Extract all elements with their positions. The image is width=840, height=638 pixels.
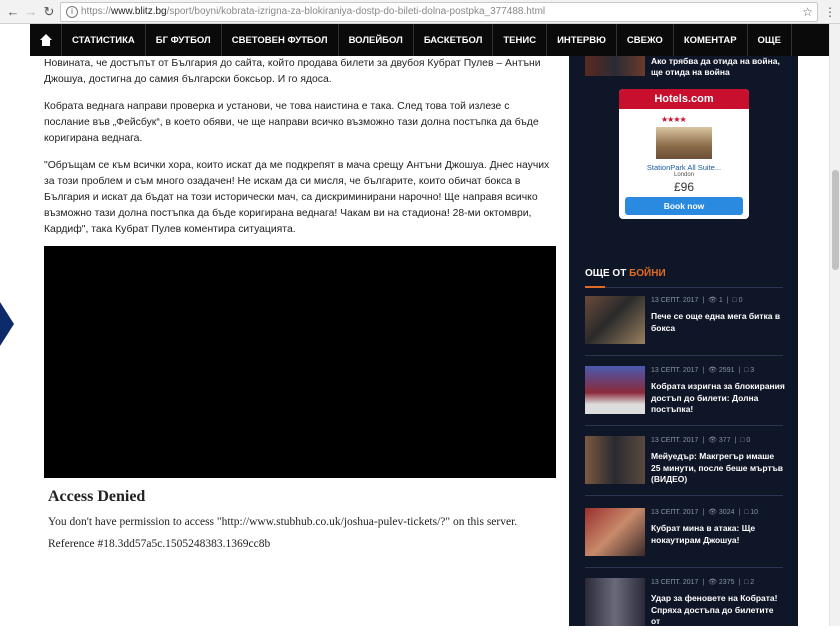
article-paragraph: Кобрата веднага направи проверка и устан…	[44, 101, 539, 144]
nav-item-world-football[interactable]: СВЕТОВЕН ФУТБОЛ	[222, 24, 339, 56]
site-nav: СТАТИСТИКА БГ ФУТБОЛ СВЕТОВЕН ФУТБОЛ ВОЛ…	[30, 24, 830, 56]
news-item[interactable]: 13 СЕПТ. 2017 | 👁 377 | □ 0 Мейуедър: Ма…	[585, 436, 783, 496]
news-headline: Кобрата изригна за блокирания достъп до …	[651, 381, 785, 414]
eye-icon: 👁	[708, 367, 717, 374]
news-item[interactable]: 13 СЕПТ. 2017 | 👁 2591 | □ 3 Кобрата изр…	[585, 366, 785, 426]
hotels-logo: Hotels.com	[619, 89, 749, 109]
news-thumbnail	[585, 436, 645, 484]
access-denied-title: Access Denied	[48, 488, 146, 505]
nav-item-comment[interactable]: КОМЕНТАР	[674, 24, 748, 56]
hotel-photo	[656, 127, 712, 159]
news-headline: Мейуедър: Макгрегър имаше 25 минути, пос…	[651, 451, 784, 484]
news-item[interactable]: 13 СЕПТ. 2017 | 👁 1 | □ 0 Пече се още ед…	[585, 296, 783, 356]
news-thumbnail	[585, 578, 645, 626]
news-meta: 13 СЕПТ. 2017 | 👁 2591 | □ 3	[651, 367, 755, 374]
eye-icon: 👁	[708, 297, 717, 304]
reload-icon[interactable]: ↻	[40, 3, 58, 21]
page-scrollbar[interactable]	[829, 24, 840, 626]
article-body: Новината, че достъпът от България до сай…	[44, 56, 556, 249]
nav-home[interactable]	[30, 24, 62, 56]
section-heading-category[interactable]: БОЙНИ	[629, 268, 666, 279]
news-thumbnail	[585, 366, 645, 414]
address-bar[interactable]: i https://www.blitz.bg/sport/boyni/kobra…	[60, 2, 818, 22]
news-thumbnail	[585, 56, 645, 76]
news-headline: Ако трябва да отида на война, ще отида н…	[651, 56, 780, 77]
nav-item-statistics[interactable]: СТАТИСТИКА	[62, 24, 146, 56]
news-thumbnail	[585, 508, 645, 556]
news-headline: Удар за феновете на Кобрата! Спряха дост…	[651, 593, 778, 626]
comment-icon: □	[740, 437, 745, 444]
news-thumbnail	[585, 296, 645, 344]
news-meta: 13 СЕПТ. 2017 | 👁 377 | □ 0	[651, 437, 751, 444]
nav-item-tennis[interactable]: ТЕНИС	[493, 24, 548, 56]
url-host: www.blitz.bg	[111, 6, 167, 17]
news-meta: 13 СЕПТ. 2017 | 👁 1 | □ 0	[651, 297, 743, 304]
hotel-city: London	[673, 172, 695, 178]
eye-icon: 👁	[708, 509, 717, 516]
article-paragraph: Новината, че достъпът от България до сай…	[44, 58, 541, 85]
embedded-access-denied-frame: Access Denied You don't have permission …	[44, 478, 556, 626]
embedded-video[interactable]	[44, 246, 556, 478]
nav-item-basketball[interactable]: БАСКЕТБОЛ	[414, 24, 494, 56]
eye-icon: 👁	[708, 437, 717, 444]
access-denied-message: You don't have permission to access "htt…	[48, 516, 518, 528]
forward-arrow-icon[interactable]: →	[22, 3, 40, 21]
hotel-star-rating: ★★★★	[661, 115, 687, 124]
nav-item-interview[interactable]: ИНТЕРВЮ	[547, 24, 617, 56]
nav-item-fresh[interactable]: СВЕЖО	[617, 24, 674, 56]
section-heading: ОЩЕ ОТ БОЙНИ	[585, 268, 783, 288]
comment-icon: □	[744, 509, 749, 516]
back-arrow-icon[interactable]: ←	[4, 3, 22, 21]
news-meta: 13 СЕПТ. 2017 | 👁 3024 | □ 10	[651, 509, 759, 516]
news-headline: Кубрат мина в атака: Ще нокаутирам Джошу…	[651, 523, 756, 545]
side-banner-shape	[0, 302, 14, 346]
section-heading-prefix: ОЩЕ ОТ	[585, 268, 630, 279]
eye-icon: 👁	[708, 579, 717, 586]
url-protocol: https://	[81, 6, 112, 17]
bookmark-star-icon[interactable]: ☆	[802, 3, 813, 21]
hotel-price: £96	[673, 180, 695, 194]
home-icon	[39, 34, 52, 46]
nav-item-bg-football[interactable]: БГ ФУТБОЛ	[146, 24, 222, 56]
news-item[interactable]: 13 СЕПТ. 2017 | 👁 2375 | □ 2 Удар за фен…	[585, 578, 783, 638]
hotels-ad[interactable]: Hotels.com ★★★★ StationPark All Suite...…	[619, 89, 749, 219]
news-meta: 13 СЕПТ. 2017 | 👁 2375 | □ 2	[651, 579, 755, 586]
browser-toolbar: ← → ↻ i https://www.blitz.bg/sport/boyni…	[0, 0, 840, 24]
browser-menu-icon[interactable]: ⋮	[824, 4, 836, 20]
url-path: /sport/boyni/kobrata-izrigna-za-blokiran…	[166, 6, 546, 17]
comment-icon: □	[744, 579, 749, 586]
news-headline: Пече се още една мега битка в бокса	[651, 311, 781, 333]
book-now-button[interactable]: Book now	[625, 197, 743, 215]
article-paragraph: "Обръщам се към всички хора, които искат…	[44, 160, 550, 235]
nav-item-volleyball[interactable]: ВОЛЕЙБОЛ	[339, 24, 414, 56]
scrollbar-thumb[interactable]	[832, 170, 839, 270]
hotel-name[interactable]: StationPark All Suite...	[619, 163, 749, 172]
comment-icon: □	[744, 367, 749, 374]
news-item[interactable]: 13 СЕПТ. 2017 | 👁 3024 | □ 10 Кубрат мин…	[585, 508, 783, 568]
heading-accent-bar	[585, 286, 605, 288]
nav-item-more[interactable]: ОЩЕ	[748, 24, 792, 56]
sidebar: Ако трябва да отида на война, ще отида н…	[569, 56, 798, 626]
comment-icon: □	[732, 297, 737, 304]
access-denied-reference: Reference #18.3dd57a5c.1505248383.1369cc…	[48, 538, 271, 550]
sidebar-top-item[interactable]: Ако трябва да отида на война, ще отида н…	[585, 56, 785, 80]
info-icon[interactable]: i	[66, 6, 78, 18]
